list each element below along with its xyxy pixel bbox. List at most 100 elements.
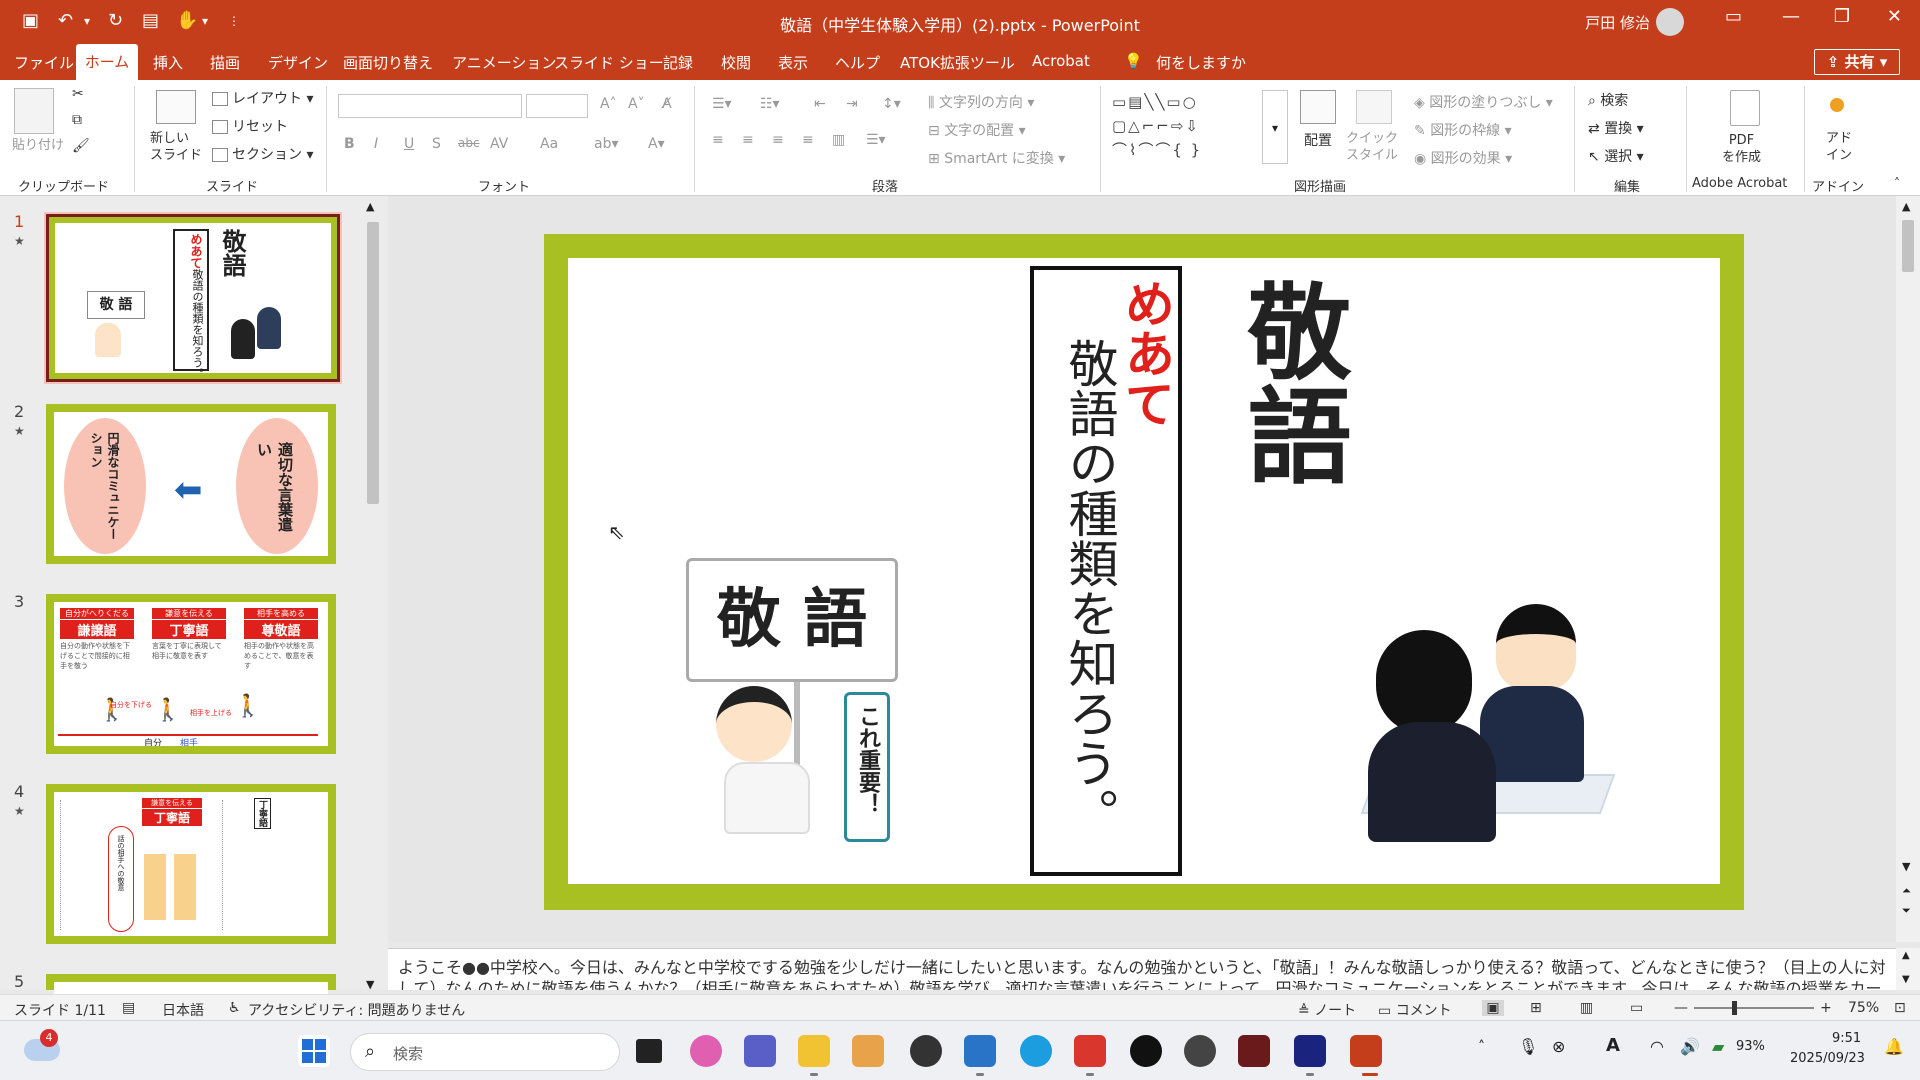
pdf-icon[interactable] — [1730, 90, 1760, 126]
task-view-icon[interactable] — [636, 1039, 662, 1063]
replace-button[interactable]: ⇄ 置換 ▾ — [1588, 118, 1644, 138]
notes-scrollbar[interactable]: ▲ ▼ — [1896, 948, 1920, 990]
bullets-icon[interactable]: ☰▾ — [712, 96, 732, 112]
app-icon[interactable] — [1074, 1035, 1106, 1067]
notifications-icon[interactable]: 🔔 — [1884, 1037, 1904, 1056]
highlight-icon[interactable]: ab▾ — [594, 136, 619, 152]
fit-slide-icon[interactable]: ⊡ — [1894, 1000, 1906, 1016]
paste-icon[interactable] — [14, 88, 54, 134]
sign-board[interactable]: 敬 語 — [686, 558, 898, 682]
editor-scrollbar[interactable]: ▲ ▼ ⏶ ⏷ — [1896, 196, 1920, 942]
addins-icon[interactable] — [1830, 98, 1844, 112]
app-icon[interactable] — [1184, 1035, 1216, 1067]
quick-styles-icon[interactable] — [1356, 90, 1392, 124]
font-family-select[interactable] — [338, 94, 522, 118]
start-icon[interactable] — [298, 1035, 330, 1067]
format-painter-icon[interactable]: 🖌 — [72, 138, 90, 154]
file-explorer-icon[interactable] — [798, 1035, 830, 1067]
taskbar-search[interactable]: ⌕ 検索 — [350, 1033, 620, 1071]
numbering-icon[interactable]: ☷▾ — [760, 96, 780, 112]
scroll-up-icon[interactable]: ▲ — [1902, 200, 1910, 213]
quick-styles-button[interactable]: クイック スタイル — [1346, 130, 1398, 164]
cut-icon[interactable]: ✂ — [72, 86, 84, 102]
minimize-icon[interactable]: — — [1782, 6, 1800, 27]
shape-outline-button[interactable]: ✎ 図形の枠線 ▾ — [1414, 120, 1512, 140]
ime-icon[interactable]: A — [1606, 1035, 1620, 1056]
scroll-down-icon[interactable]: ▼ — [1902, 860, 1910, 873]
font-size-select[interactable] — [526, 94, 588, 118]
clock-date[interactable]: 2025/09/23 — [1790, 1051, 1865, 1066]
tell-me-search[interactable]: 何をしますか — [1156, 52, 1246, 73]
distribute-icon[interactable]: ☰▾ — [866, 132, 886, 148]
align-center-icon[interactable]: ≡ — [742, 132, 754, 148]
align-left-icon[interactable]: ≡ — [712, 132, 724, 148]
notes-edit-icon[interactable]: ▤ — [122, 1000, 135, 1016]
columns-icon[interactable]: ▥ — [832, 132, 845, 148]
notes-button[interactable]: ≜ ノート — [1298, 1000, 1356, 1020]
bold-button[interactable]: B — [344, 136, 355, 152]
app-icon[interactable] — [964, 1035, 996, 1067]
goal-box[interactable]: めあて 敬語の種類を知ろう。 — [1030, 266, 1182, 876]
increase-indent-icon[interactable]: ⇥ — [846, 96, 858, 112]
find-button[interactable]: ⌕ 検索 — [1588, 90, 1628, 110]
slide-thumbnail-3[interactable]: 自分がへりくだる 謙譲語 自分の動作や状態を下げることで間接的に相手を敬う 謙意… — [46, 594, 336, 754]
grow-font-icon[interactable]: A˄ — [600, 96, 617, 112]
slide-thumbnail-5[interactable] — [46, 974, 336, 994]
app-icon[interactable] — [1238, 1035, 1270, 1067]
shape-effects-button[interactable]: ◉ 図形の効果 ▾ — [1414, 148, 1512, 168]
shapes-gallery[interactable]: ▭▤╲╲▭○ ▢△⌐⌐⇨⇩ ⌒⌇⌒⌒{ } — [1112, 90, 1260, 162]
microphone-icon[interactable]: 🎙 — [1518, 1037, 1538, 1056]
zoom-in-icon[interactable]: + — [1820, 1000, 1832, 1016]
clock-time[interactable]: 9:51 — [1832, 1031, 1861, 1046]
tab-transitions[interactable]: 画面切り替え — [343, 52, 433, 73]
chevron-up-icon[interactable]: ˄ — [1478, 1039, 1485, 1055]
wifi-icon[interactable]: ◠ — [1650, 1037, 1664, 1056]
text-direction-button[interactable]: ⫼ 文字列の方向 ▾ — [928, 92, 1034, 112]
tab-review[interactable]: 校閲 — [721, 52, 751, 73]
new-slide-icon[interactable] — [156, 90, 196, 124]
smartart-button[interactable]: ⊞ SmartArt に変換 ▾ — [928, 148, 1065, 168]
tab-draw[interactable]: 描画 — [210, 52, 240, 73]
zoom-level[interactable]: 75% — [1848, 1000, 1879, 1016]
tab-design[interactable]: デザイン — [268, 52, 328, 73]
addins-button[interactable]: アド イン — [1826, 130, 1852, 164]
arrange-icon[interactable] — [1300, 90, 1336, 124]
shadow-button[interactable]: S — [432, 136, 441, 152]
user-name[interactable]: 戸田 修治 — [1585, 12, 1650, 33]
font-color-icon[interactable]: A▾ — [648, 136, 665, 152]
align-right-icon[interactable]: ≡ — [772, 132, 784, 148]
slideshow-view-icon[interactable]: ▭ — [1630, 1000, 1643, 1016]
app-icon[interactable] — [1294, 1035, 1326, 1067]
tab-file[interactable]: ファイル — [14, 52, 74, 73]
char-spacing-button[interactable]: AV — [490, 136, 508, 152]
speaker-notes[interactable]: ようこそ●●中学校へ。今日は、みんなと中学校でする勉強を少しだけ一緒にしたいと思… — [388, 948, 1896, 990]
accessibility-status[interactable]: アクセシビリティ: 問題ありません — [248, 1000, 465, 1020]
italic-button[interactable]: I — [374, 136, 378, 152]
app-tray-icon[interactable]: ⊗ — [1552, 1037, 1565, 1056]
teams-icon[interactable] — [744, 1035, 776, 1067]
shrink-font-icon[interactable]: A˅ — [628, 96, 645, 112]
slide-thumbnail-4[interactable]: 話の相手への敬意 謙意を伝える 丁寧語 丁寧語 — [46, 784, 336, 944]
normal-view-icon[interactable]: ▣ — [1482, 1000, 1504, 1016]
tab-acrobat[interactable]: Acrobat — [1032, 52, 1090, 70]
shape-fill-button[interactable]: ◈ 図形の塗りつぶし ▾ — [1414, 92, 1553, 112]
scroll-thumb[interactable] — [367, 222, 379, 504]
edge-icon[interactable] — [1020, 1035, 1052, 1067]
scroll-down-icon[interactable]: ▼ — [1902, 974, 1910, 985]
justify-icon[interactable]: ≡ — [802, 132, 814, 148]
align-text-button[interactable]: ⊟ 文字の配置 ▾ — [928, 120, 1026, 140]
scroll-up-icon[interactable]: ▲ — [1902, 950, 1910, 961]
app-icon[interactable] — [852, 1035, 884, 1067]
copy-icon[interactable]: ⧉ — [72, 112, 82, 128]
battery-icon[interactable]: ▰ — [1712, 1037, 1724, 1056]
slide-thumbnail-2[interactable]: 円滑なコミュニケーション ⬅ 適切な言葉遣い — [46, 404, 336, 564]
clear-format-icon[interactable]: A̸ — [662, 96, 672, 112]
share-button[interactable]: ⇪ 共有 ▾ — [1814, 49, 1900, 75]
chatgpt-icon[interactable] — [1130, 1035, 1162, 1067]
shapes-more-icon[interactable]: ▾ — [1262, 90, 1288, 164]
zoom-slider[interactable] — [1694, 1007, 1814, 1009]
slide-sorter-icon[interactable]: ⊞ — [1530, 1000, 1542, 1016]
scroll-up-icon[interactable]: ▲ — [366, 200, 374, 213]
copilot-icon[interactable] — [690, 1035, 722, 1067]
section-button[interactable]: セクション ▾ — [212, 144, 313, 164]
